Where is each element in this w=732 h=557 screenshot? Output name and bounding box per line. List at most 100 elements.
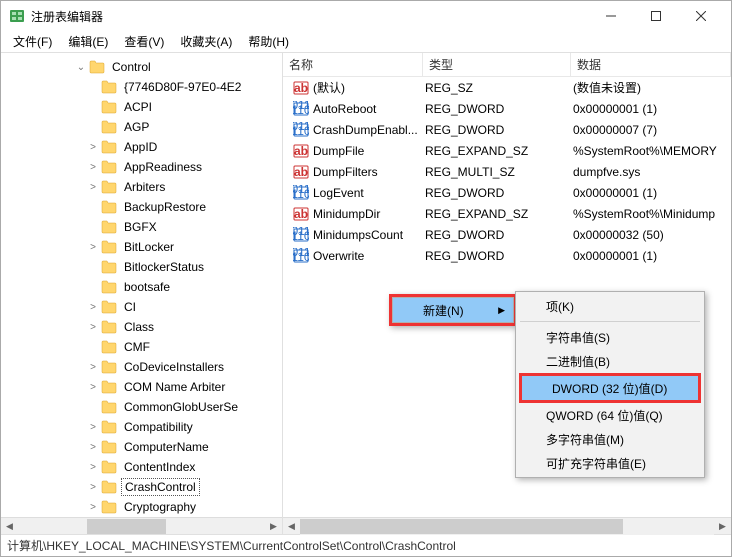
chevron-down-icon[interactable]: ⌄ <box>75 62 87 73</box>
menu-view[interactable]: 查看(V) <box>116 31 172 52</box>
context-new-binary[interactable]: 二进制值(B) <box>516 349 704 373</box>
context-new-qword[interactable]: QWORD (64 位)值(Q) <box>516 403 704 427</box>
tree-item[interactable]: >Compatibility <box>1 417 282 437</box>
value-data: dumpfve.sys <box>567 165 731 179</box>
tree-item[interactable]: >ContentIndex <box>1 457 282 477</box>
minimize-button[interactable] <box>588 1 633 31</box>
context-new-key[interactable]: 项(K) <box>516 294 704 318</box>
expand-icon[interactable]: > <box>87 162 99 173</box>
scroll-right-icon[interactable]: ▶ <box>265 518 282 535</box>
value-type: REG_DWORD <box>419 102 567 116</box>
value-row[interactable]: 011110AutoRebootREG_DWORD0x00000001 (1) <box>283 98 731 119</box>
app-icon <box>9 8 25 24</box>
tree-item[interactable]: BitlockerStatus <box>1 257 282 277</box>
tree-item[interactable]: > CrashControl <box>1 477 282 497</box>
expand-icon[interactable]: > <box>87 442 99 453</box>
tree-label: BackupRestore <box>121 199 209 215</box>
tree-item[interactable]: > CoDeviceInstallers <box>1 357 282 377</box>
menu-help[interactable]: 帮助(H) <box>240 31 297 52</box>
value-row[interactable]: 011110OverwriteREG_DWORD0x00000001 (1) <box>283 245 731 266</box>
tree-label: Cryptography <box>121 499 199 515</box>
tree-item[interactable]: >Arbiters <box>1 177 282 197</box>
svg-text:ab: ab <box>294 207 308 221</box>
value-type: REG_SZ <box>419 81 567 95</box>
value-type: REG_DWORD <box>419 249 567 263</box>
tree-item[interactable]: > ComputerName <box>1 437 282 457</box>
value-data: (数值未设置) <box>567 79 731 96</box>
value-data: 0x00000001 (1) <box>567 186 731 200</box>
tree-item[interactable]: AGP <box>1 117 282 137</box>
tree-label: CoDeviceInstallers <box>121 359 227 375</box>
tree-item[interactable]: >BitLocker <box>1 237 282 257</box>
scroll-left-icon[interactable]: ◀ <box>283 518 300 535</box>
value-row[interactable]: 011110MinidumpsCountREG_DWORD0x00000032 … <box>283 224 731 245</box>
context-new-dword[interactable]: DWORD (32 位)值(D) <box>522 376 698 400</box>
expand-icon[interactable]: > <box>87 322 99 333</box>
value-type: REG_EXPAND_SZ <box>419 207 567 221</box>
expand-icon[interactable]: > <box>87 302 99 313</box>
tree-item[interactable]: BGFX <box>1 217 282 237</box>
close-button[interactable] <box>678 1 723 31</box>
maximize-button[interactable] <box>633 1 678 31</box>
tree-item[interactable]: > Cryptography <box>1 497 282 517</box>
tree-label: AppReadiness <box>121 159 205 175</box>
value-name: MinidumpDir <box>313 207 380 221</box>
expand-icon[interactable]: > <box>87 422 99 433</box>
tree-item[interactable]: CMF <box>1 337 282 357</box>
value-row[interactable]: abDumpFileREG_EXPAND_SZ%SystemRoot%\MEMO… <box>283 140 731 161</box>
tree-item[interactable]: CommonGlobUserSe <box>1 397 282 417</box>
tree-item[interactable]: ACPI <box>1 97 282 117</box>
context-new[interactable]: 新建(N) ▶ <box>393 298 513 322</box>
menu-file[interactable]: 文件(F) <box>5 31 60 52</box>
tree-label: AppID <box>121 139 160 155</box>
tree-item[interactable]: {7746D80F-97E0-4E2 <box>1 77 282 97</box>
expand-icon[interactable]: > <box>87 362 99 373</box>
svg-text:110: 110 <box>293 103 309 117</box>
value-row[interactable]: 011110LogEventREG_DWORD0x00000001 (1) <box>283 182 731 203</box>
svg-text:110: 110 <box>293 229 309 243</box>
tree-label: CrashControl <box>121 478 200 496</box>
column-name[interactable]: 名称 <box>283 53 423 76</box>
tree-item[interactable]: >CI <box>1 297 282 317</box>
value-row[interactable]: 011110CrashDumpEnabl...REG_DWORD0x000000… <box>283 119 731 140</box>
value-row[interactable]: abDumpFiltersREG_MULTI_SZdumpfve.sys <box>283 161 731 182</box>
tree-label: BGFX <box>121 219 160 235</box>
value-type: REG_EXPAND_SZ <box>419 144 567 158</box>
tree-item[interactable]: bootsafe <box>1 277 282 297</box>
expand-icon[interactable]: > <box>87 382 99 393</box>
tree-label: Class <box>121 319 157 335</box>
scroll-left-icon[interactable]: ◀ <box>1 518 18 535</box>
context-new-multi[interactable]: 多字符串值(M) <box>516 427 704 451</box>
column-data[interactable]: 数据 <box>571 53 731 76</box>
tree-item[interactable]: BackupRestore <box>1 197 282 217</box>
menubar: 文件(F) 编辑(E) 查看(V) 收藏夹(A) 帮助(H) <box>1 31 731 53</box>
tree-item[interactable]: > Class <box>1 317 282 337</box>
menu-favorites[interactable]: 收藏夹(A) <box>172 31 240 52</box>
value-row[interactable]: abMinidumpDirREG_EXPAND_SZ%SystemRoot%\M… <box>283 203 731 224</box>
context-new-binary-label: 二进制值(B) <box>546 353 610 370</box>
value-type: REG_MULTI_SZ <box>419 165 567 179</box>
expand-icon[interactable]: > <box>87 142 99 153</box>
menu-separator <box>520 321 700 322</box>
context-submenu: 项(K) 字符串值(S) 二进制值(B) DWORD (32 位)值(D) QW… <box>515 291 705 478</box>
context-menu: 新建(N) ▶ 项(K) 字符串值(S) 二进制值(B) DWORD (32 位… <box>389 294 517 326</box>
scroll-right-icon[interactable]: ▶ <box>714 518 731 535</box>
context-new-expand[interactable]: 可扩充字符串值(E) <box>516 451 704 475</box>
tree-item[interactable]: > AppID <box>1 137 282 157</box>
context-new-string[interactable]: 字符串值(S) <box>516 325 704 349</box>
tree-label: CMF <box>121 339 153 355</box>
tree-item[interactable]: >COM Name Arbiter <box>1 377 282 397</box>
expand-icon[interactable]: > <box>87 502 99 513</box>
expand-icon[interactable]: > <box>87 182 99 193</box>
column-type[interactable]: 类型 <box>423 53 571 76</box>
expand-icon[interactable]: > <box>87 462 99 473</box>
tree-hscroll[interactable]: ◀ ▶ <box>1 517 282 534</box>
value-row[interactable]: ab(默认)REG_SZ(数值未设置) <box>283 77 731 98</box>
expand-icon[interactable]: > <box>87 242 99 253</box>
values-hscroll[interactable]: ◀ ▶ <box>283 517 731 534</box>
tree-label: ComputerName <box>121 439 212 455</box>
menu-edit[interactable]: 编辑(E) <box>60 31 116 52</box>
tree-item[interactable]: ⌄Control <box>1 57 282 77</box>
tree-item[interactable]: > AppReadiness <box>1 157 282 177</box>
expand-icon[interactable]: > <box>87 482 99 493</box>
